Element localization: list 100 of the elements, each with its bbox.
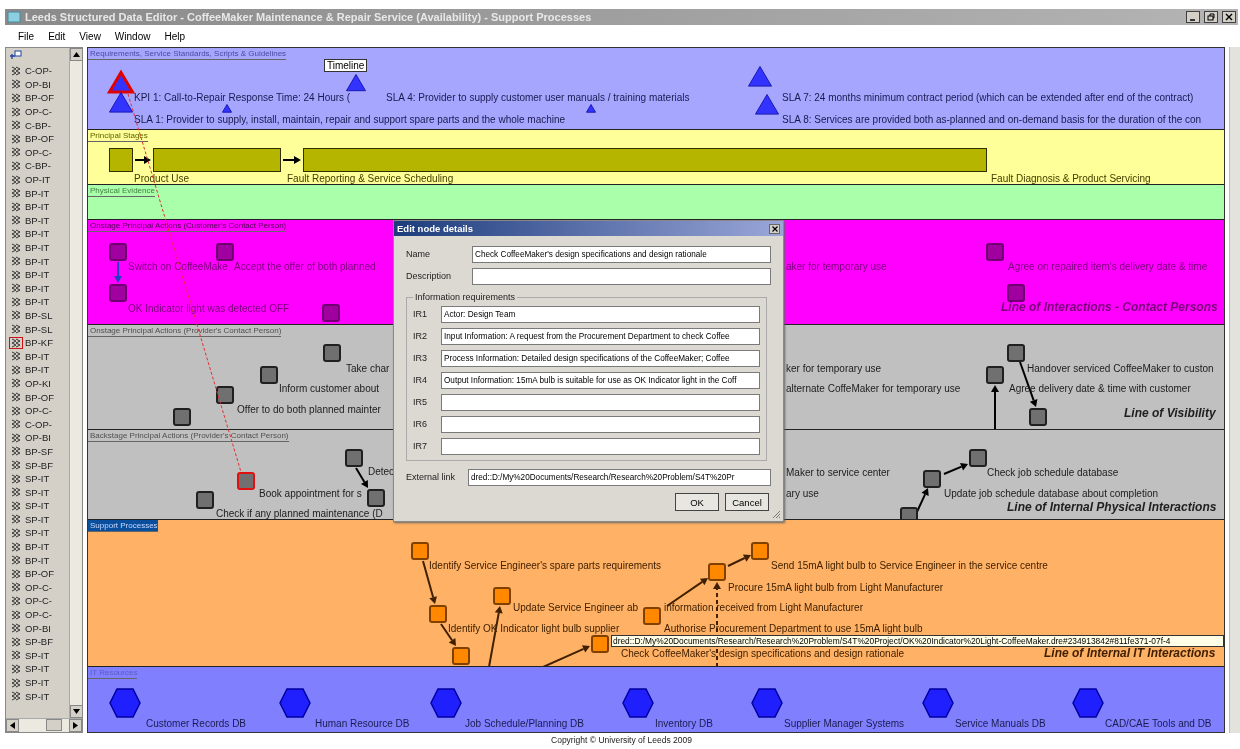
- process-node[interactable]: [345, 449, 363, 467]
- triangle-node[interactable]: [754, 92, 780, 116]
- process-node[interactable]: [643, 607, 661, 625]
- tree-item[interactable]: BP-IT: [9, 186, 69, 200]
- hexagon-node[interactable]: [751, 688, 783, 718]
- process-node[interactable]: [411, 542, 429, 560]
- process-node[interactable]: [323, 344, 341, 362]
- process-node[interactable]: [322, 304, 340, 322]
- triangle-node[interactable]: [747, 64, 773, 88]
- tree-item[interactable]: OP-C-: [9, 594, 69, 608]
- tree-item[interactable]: SP-IT: [9, 675, 69, 690]
- input-field[interactable]: Output Information: 15mA bulb is suitable for use as OK Indicator light in the Coff: [441, 371, 760, 389]
- process-node[interactable]: [109, 284, 127, 302]
- process-node[interactable]: [751, 542, 769, 560]
- process-node[interactable]: [109, 243, 127, 261]
- process-node[interactable]: [1007, 344, 1025, 362]
- tree-item[interactable]: OP-C-: [9, 104, 69, 119]
- input-field[interactable]: dred::D:/My%20Documents/Research/Research%20Problem/S4T%20Pr: [468, 468, 771, 486]
- menu-item[interactable]: Help: [157, 30, 192, 42]
- tree-item[interactable]: BP-SF: [9, 444, 69, 459]
- tree-item[interactable]: OP-BI: [9, 77, 69, 92]
- input-field[interactable]: Process Information: Detailed design specifications of the CoffeeMaker; Coffee: [441, 349, 760, 367]
- tree-item[interactable]: SP-IT: [9, 648, 69, 663]
- input-field[interactable]: [441, 393, 760, 411]
- scroll-right-button[interactable]: [69, 719, 82, 732]
- tree-item[interactable]: C-BP-: [9, 118, 69, 132]
- stage-bar[interactable]: [303, 148, 987, 172]
- hexagon-node[interactable]: [922, 688, 954, 718]
- process-node[interactable]: [260, 366, 278, 384]
- tree-item[interactable]: C-BP-: [9, 159, 69, 173]
- triangle-node[interactable]: [108, 70, 134, 94]
- tree-item[interactable]: OP-BI: [9, 431, 69, 445]
- restore-button[interactable]: [1204, 11, 1218, 23]
- process-node[interactable]: [173, 408, 191, 426]
- tree-item[interactable]: OP-BI: [9, 621, 69, 635]
- tree-item[interactable]: OP-KI: [9, 376, 69, 391]
- input-field[interactable]: [472, 267, 771, 285]
- process-node[interactable]: [216, 386, 234, 404]
- scrollbar[interactable]: [1229, 47, 1240, 733]
- tree-item[interactable]: SP-IT: [9, 689, 69, 703]
- triangle-node[interactable]: [585, 102, 597, 114]
- process-node[interactable]: [708, 563, 726, 581]
- scrollbar[interactable]: [69, 48, 82, 718]
- process-node[interactable]: [591, 635, 609, 653]
- tree-item[interactable]: OP-C-: [9, 580, 69, 595]
- tree-item[interactable]: BP-IT: [9, 539, 69, 554]
- tree-item[interactable]: BP-OF: [9, 566, 69, 581]
- tree-item[interactable]: BP-OF: [9, 390, 69, 404]
- stage-bar[interactable]: [153, 148, 281, 172]
- hexagon-node[interactable]: [1072, 688, 1104, 718]
- stage-bar[interactable]: [109, 148, 133, 172]
- tree-item[interactable]: C-OP-: [9, 64, 69, 78]
- tree-item[interactable]: BP-OF: [9, 131, 69, 146]
- process-node[interactable]: [196, 491, 214, 509]
- tree-item[interactable]: BP-IT: [9, 295, 69, 309]
- input-field[interactable]: [441, 437, 760, 455]
- process-node[interactable]: [237, 472, 255, 490]
- triangle-node[interactable]: [221, 102, 233, 114]
- scroll-up-button[interactable]: [70, 48, 83, 61]
- close-button[interactable]: [1222, 11, 1236, 23]
- tree-item[interactable]: BP-SL: [9, 322, 69, 336]
- input-field[interactable]: Check CoffeeMaker's design specifications and design rationale: [472, 245, 771, 263]
- tree-item[interactable]: SP-BF: [9, 458, 69, 472]
- tree-item[interactable]: BP-IT: [9, 240, 69, 255]
- tree-item[interactable]: BP-IT: [9, 213, 69, 228]
- tree-item[interactable]: SP-IT: [9, 526, 69, 540]
- process-node[interactable]: [1007, 284, 1025, 302]
- hexagon-node[interactable]: [279, 688, 311, 718]
- input-field[interactable]: Input Information: A request from the Procurement Department to check Coffee: [441, 327, 760, 345]
- tree-item[interactable]: BP-IT: [9, 349, 69, 364]
- process-node[interactable]: [429, 605, 447, 623]
- ok-button[interactable]: OK: [675, 493, 719, 511]
- tree-item[interactable]: OP-C-: [9, 145, 69, 160]
- tree-item[interactable]: OP-C-: [9, 403, 69, 418]
- tree-item[interactable]: BP-IT: [9, 553, 69, 567]
- menu-item[interactable]: Window: [107, 30, 158, 42]
- minimize-button[interactable]: [1186, 11, 1200, 23]
- process-node[interactable]: [923, 470, 941, 488]
- tree-item[interactable]: OP-C-: [9, 607, 69, 622]
- tree-item[interactable]: SP-IT: [9, 499, 69, 513]
- tree-item[interactable]: BP-IT: [9, 254, 69, 268]
- process-node[interactable]: [452, 647, 470, 665]
- tree-item[interactable]: BP-OF: [9, 91, 69, 105]
- tree-item[interactable]: BP-IT: [9, 281, 69, 296]
- scroll-thumb[interactable]: [46, 719, 62, 731]
- process-node[interactable]: [969, 449, 987, 467]
- timeline-label[interactable]: Timeline: [324, 59, 368, 72]
- hexagon-node[interactable]: [430, 688, 462, 718]
- menu-item[interactable]: View: [72, 30, 108, 42]
- menu-item[interactable]: File: [11, 30, 42, 42]
- scroll-left-button[interactable]: [6, 719, 19, 732]
- hexagon-node[interactable]: [109, 688, 141, 718]
- resize-grip-icon[interactable]: [772, 510, 781, 519]
- tree-item[interactable]: SP-IT: [9, 485, 69, 499]
- tree-item[interactable]: BP-IT: [9, 227, 69, 241]
- process-node[interactable]: [986, 243, 1004, 261]
- process-node[interactable]: [367, 489, 385, 507]
- tree-item[interactable]: BP-IT: [9, 363, 69, 377]
- tree-item[interactable]: OP-IT: [9, 172, 69, 187]
- tree-item[interactable]: BP-IT: [9, 199, 69, 214]
